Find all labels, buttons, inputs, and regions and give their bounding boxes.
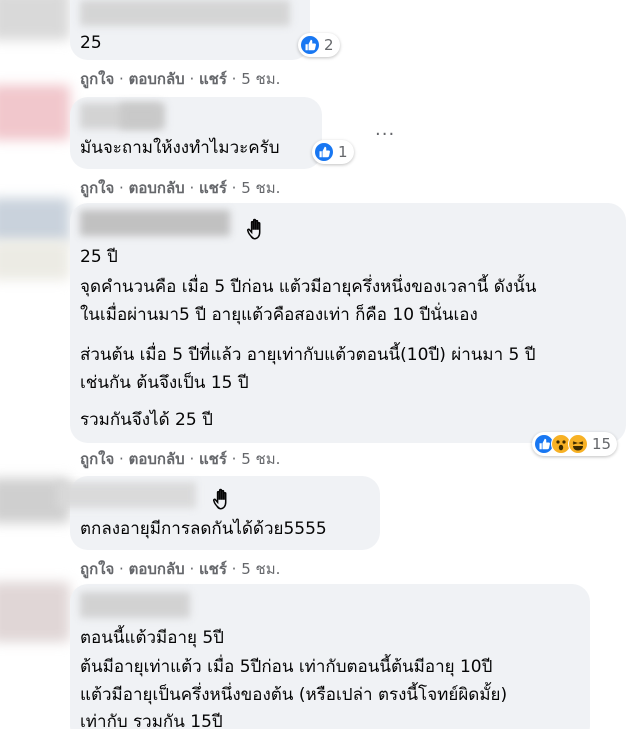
- like-link[interactable]: ถูกใจ: [80, 450, 114, 468]
- comment-text-line: ต้นมีอายุเท่าแต้ว เมื่อ 5ปีก่อน เท่ากับต…: [80, 657, 493, 677]
- wave-emoji-icon: [246, 218, 261, 240]
- author-name[interactable]: [80, 0, 290, 26]
- reaction-summary[interactable]: 2: [298, 33, 340, 57]
- like-icon: [314, 142, 334, 162]
- reply-link[interactable]: ตอบกลับ: [129, 450, 185, 468]
- author-name[interactable]: [80, 210, 230, 236]
- haha-icon: [568, 434, 588, 454]
- comment-text-line: ในเมื่อผ่านมา5 ปี อายุแต้วคือสองเท่า ก็ค…: [80, 305, 478, 325]
- author-name-part: [120, 103, 165, 129]
- comment-actions: ถูกใจ · ตอบกลับ · แชร์ · 5 ชม.: [80, 450, 281, 468]
- timestamp[interactable]: 5 ชม.: [241, 560, 280, 578]
- reply-link[interactable]: ตอบกลับ: [129, 560, 185, 578]
- comment-text: 25: [80, 33, 102, 53]
- comment-actions: ถูกใจ · ตอบกลับ · แชร์ · 5 ชม.: [80, 179, 281, 197]
- comment-text: ตกลงอายุมีการลดกันได้ด้วย5555: [80, 519, 327, 539]
- author-name[interactable]: [80, 592, 190, 618]
- comment-text: มันจะถามให้งงทำไมวะครับ: [80, 138, 280, 158]
- avatar[interactable]: [0, 198, 70, 243]
- like-link[interactable]: ถูกใจ: [80, 560, 114, 578]
- share-link[interactable]: แชร์: [199, 179, 227, 197]
- like-icon: [300, 35, 320, 55]
- timestamp[interactable]: 5 ชม.: [241, 70, 280, 88]
- avatar[interactable]: [0, 582, 70, 642]
- reply-link[interactable]: ตอบกลับ: [129, 179, 185, 197]
- avatar-lower: [0, 240, 70, 280]
- comment-text-line: เท่ากับ รวมกัน 15ปี: [80, 712, 223, 729]
- comment-text-line: รวมกันจึงได้ 25 ปี: [80, 410, 213, 430]
- wave-emoji-icon: [212, 488, 227, 510]
- reaction-count: 15: [592, 435, 612, 453]
- author-name[interactable]: [56, 482, 196, 508]
- comment-text-line: ส่วนต้น เมื่อ 5 ปีที่แล้ว อายุเท่ากับแต้…: [80, 345, 536, 365]
- comment-actions: ถูกใจ · ตอบกลับ · แชร์ · 5 ชม.: [80, 560, 281, 578]
- more-options-icon[interactable]: ···: [375, 124, 395, 145]
- comment-text-line: เช่นกัน ต้นจึงเป็น 15 ปี: [80, 373, 249, 393]
- comment-text-line: 25 ปี: [80, 247, 118, 267]
- share-link[interactable]: แชร์: [199, 560, 227, 578]
- timestamp[interactable]: 5 ชม.: [241, 450, 280, 468]
- comment-text-line: ตอนนี้แต้วมีอายุ 5ปี: [80, 628, 224, 648]
- reply-link[interactable]: ตอบกลับ: [129, 70, 185, 88]
- like-link[interactable]: ถูกใจ: [80, 70, 114, 88]
- reaction-summary[interactable]: 15: [532, 432, 618, 456]
- avatar[interactable]: [0, 0, 70, 40]
- comment-text-line: จุดคำนวนคือ เมื่อ 5 ปีก่อน แต้วมีอายุครึ…: [80, 277, 537, 297]
- timestamp[interactable]: 5 ชม.: [241, 179, 280, 197]
- share-link[interactable]: แชร์: [199, 450, 227, 468]
- comment-actions: ถูกใจ · ตอบกลับ · แชร์ · 5 ชม.: [80, 70, 281, 88]
- reaction-count: 1: [338, 143, 348, 161]
- reaction-summary[interactable]: 1: [312, 140, 354, 164]
- share-link[interactable]: แชร์: [199, 70, 227, 88]
- reaction-count: 2: [324, 36, 334, 54]
- like-link[interactable]: ถูกใจ: [80, 179, 114, 197]
- avatar[interactable]: [0, 85, 70, 140]
